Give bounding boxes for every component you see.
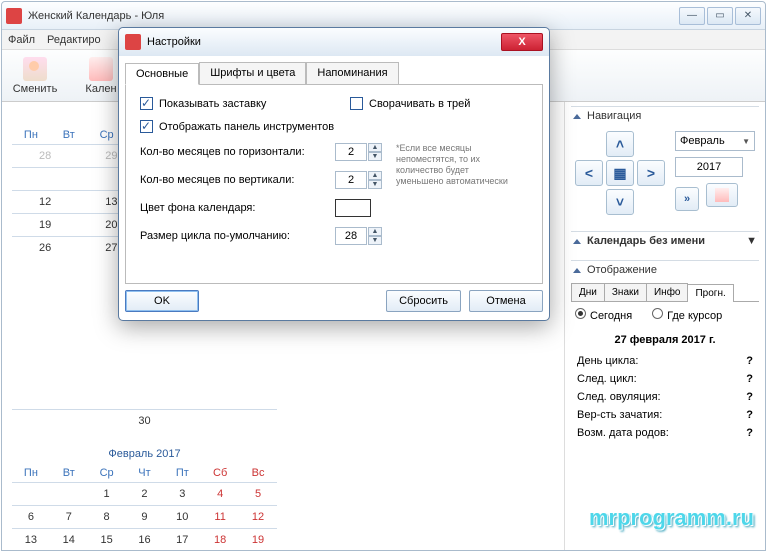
- spin-vmonths[interactable]: ▲▼: [335, 171, 382, 189]
- cal-feb[interactable]: ПнВтСрЧтПтСбВс: [12, 464, 277, 482]
- calendar-icon: [89, 57, 113, 81]
- tool-change-user[interactable]: Сменить: [6, 52, 64, 100]
- dlg-tab-remind[interactable]: Напоминания: [306, 62, 398, 84]
- lbl-cycle: Размер цикла по-умолчанию:: [140, 230, 335, 242]
- maximize-button[interactable]: ▭: [707, 7, 733, 25]
- display-title: Отображение: [587, 264, 657, 276]
- nav-title: Навигация: [587, 110, 641, 122]
- nav-down[interactable]: ˅: [606, 189, 634, 215]
- minimize-button[interactable]: —: [679, 7, 705, 25]
- calname-panel[interactable]: Календарь без имени▼: [571, 231, 759, 250]
- nav-today-button[interactable]: [706, 183, 738, 207]
- tab-signs[interactable]: Знаки: [604, 283, 647, 301]
- cancel-button[interactable]: Отмена: [469, 290, 543, 312]
- lbl-splash: Показывать заставку: [159, 98, 266, 110]
- spin-hmonths[interactable]: ▲▼: [335, 143, 382, 161]
- lbl-hmonths: Кол-во месяцев по горизонтали:: [140, 146, 335, 158]
- reset-button[interactable]: Сбросить: [386, 290, 461, 312]
- cal-feb-title: Февраль 2017: [12, 444, 277, 464]
- dialog-titlebar: Настройки X: [119, 28, 549, 56]
- lbl-tray: Сворачивать в трей: [369, 98, 470, 110]
- dialog-tabs: Основные Шрифты и цвета Напоминания: [119, 56, 549, 84]
- dialog-title: Настройки: [147, 36, 501, 48]
- chk-toolbar[interactable]: [140, 120, 153, 133]
- chk-tray[interactable]: [350, 97, 363, 110]
- user-icon: [23, 57, 47, 81]
- menu-edit[interactable]: Редактиро: [47, 34, 101, 46]
- nav-panel-head[interactable]: Навигация: [571, 106, 759, 125]
- main-titlebar: Женский Календарь - Юля — ▭ ✕: [2, 2, 765, 30]
- chk-splash[interactable]: [140, 97, 153, 110]
- close-button[interactable]: ✕: [735, 7, 761, 25]
- app-icon: [125, 34, 141, 50]
- chevron-up-icon: [573, 268, 581, 273]
- months-hint: *Если все месяцы непоместятся, то их кол…: [396, 143, 516, 187]
- menu-file[interactable]: Файл: [8, 34, 35, 46]
- nav-grid: ˄ ˂▦˃ ˅: [575, 131, 665, 215]
- nav-fast-button[interactable]: »: [675, 187, 699, 211]
- radio-today[interactable]: Сегодня: [575, 308, 632, 322]
- display-panel-head[interactable]: Отображение: [571, 260, 759, 279]
- info-rows: День цикла:? След. цикл:? След. овуляция…: [571, 352, 759, 442]
- lbl-bgcolor: Цвет фона календаря:: [140, 202, 335, 214]
- tab-prog[interactable]: Прогн.: [687, 284, 733, 302]
- spin-cycle[interactable]: ▲▼: [335, 227, 382, 245]
- chevron-up-icon: [573, 239, 581, 244]
- radio-cursor[interactable]: Где курсор: [652, 308, 722, 322]
- color-swatch[interactable]: [335, 199, 371, 217]
- window-title: Женский Календарь - Юля: [28, 10, 679, 22]
- tab-info[interactable]: Инфо: [646, 283, 689, 301]
- ok-button[interactable]: OK: [125, 290, 199, 312]
- dlg-tab-fonts[interactable]: Шрифты и цвета: [199, 62, 306, 84]
- nav-right[interactable]: ˃: [637, 160, 665, 186]
- chevron-up-icon: [573, 114, 581, 119]
- lbl-toolbar: Отображать панель инструментов: [159, 121, 334, 133]
- app-icon: [6, 8, 22, 24]
- date-heading: 27 февраля 2017 г.: [571, 328, 759, 352]
- year-box[interactable]: 2017: [675, 157, 743, 177]
- dialog-close-button[interactable]: X: [501, 33, 543, 51]
- tab-days[interactable]: Дни: [571, 283, 605, 301]
- calname-label: Календарь без имени: [587, 235, 705, 247]
- lbl-vmonths: Кол-во месяцев по вертикали:: [140, 174, 335, 186]
- tool-calendar-label: Кален: [85, 83, 116, 95]
- nav-center[interactable]: ▦: [606, 160, 634, 186]
- nav-left[interactable]: ˂: [575, 160, 603, 186]
- tool-change-label: Сменить: [13, 83, 58, 95]
- dlg-tab-main[interactable]: Основные: [125, 63, 199, 85]
- month-combo[interactable]: Февраль▼: [675, 131, 755, 151]
- settings-dialog: Настройки X Основные Шрифты и цвета Напо…: [118, 27, 550, 321]
- nav-up[interactable]: ˄: [606, 131, 634, 157]
- display-tabs: Дни Знаки Инфо Прогн.: [571, 283, 759, 302]
- watermark: mrprogramm.ru: [589, 505, 754, 531]
